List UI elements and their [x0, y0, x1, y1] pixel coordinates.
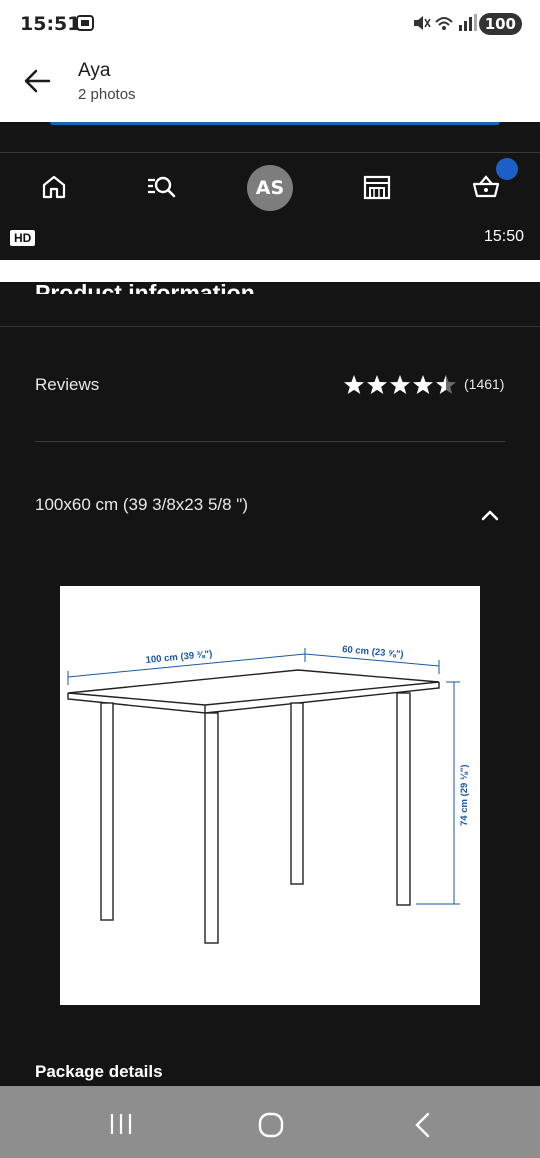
table-drawing: 100 cm (39 ⅜") 60 cm (23 ⅝") 74 cm (29 ⅛…	[67, 644, 470, 944]
album-photo-count: 2 photos	[78, 86, 136, 103]
star-icon	[390, 375, 410, 394]
recent-apps-icon[interactable]	[108, 1112, 134, 1136]
package-details-heading: Package details	[35, 1062, 163, 1081]
status-bar: 15:51 100	[0, 0, 540, 48]
system-nav-bar	[0, 1086, 540, 1158]
divider	[35, 441, 505, 442]
divider	[0, 152, 540, 153]
reviews-label: Reviews	[35, 375, 100, 394]
app-bottom-nav: AS	[0, 154, 540, 226]
divider	[0, 326, 540, 327]
hd-badge: HD	[10, 230, 36, 246]
star-icon	[413, 375, 433, 394]
search-bar-edge	[50, 122, 500, 125]
album-title: Aya	[78, 60, 111, 81]
dimension-diagram: 100 cm (39 ⅜") 60 cm (23 ⅝") 74 cm (29 ⅛…	[60, 586, 480, 1005]
width-dimension-label: 100 cm (39 ⅜")	[145, 649, 213, 666]
avatar: AS	[247, 165, 293, 211]
cart-icon	[472, 175, 500, 198]
star-icon	[344, 375, 364, 394]
half-star-icon	[436, 375, 456, 394]
gallery-header: Aya 2 photos	[0, 48, 540, 122]
home-icon	[42, 175, 66, 199]
video-timestamp: 15:50	[483, 228, 524, 245]
back-arrow-icon[interactable]	[22, 66, 52, 96]
search-list-icon	[148, 176, 176, 198]
status-time: 15:51	[20, 13, 81, 35]
signal-icons	[414, 14, 477, 31]
photo-viewer[interactable]: AS HD 15:50 Product information Reviews	[0, 122, 540, 1086]
store-icon	[363, 175, 391, 200]
cart-badge	[496, 158, 518, 180]
rating-stars	[344, 375, 456, 394]
reviews-count: (1461)	[464, 376, 505, 392]
height-dimension-label: 74 cm (29 ⅛")	[459, 764, 470, 826]
size-option-label: 100x60 cm (39 3/8x23 5/8 ")	[35, 495, 248, 514]
back-button-icon[interactable]	[410, 1111, 436, 1139]
home-button-icon[interactable]	[257, 1111, 285, 1139]
star-icon	[367, 375, 387, 394]
battery-indicator: 100	[478, 13, 522, 35]
section-heading-cut: Product information	[35, 280, 255, 294]
chevron-up-icon	[481, 510, 499, 521]
screen-record-icon	[76, 15, 94, 31]
